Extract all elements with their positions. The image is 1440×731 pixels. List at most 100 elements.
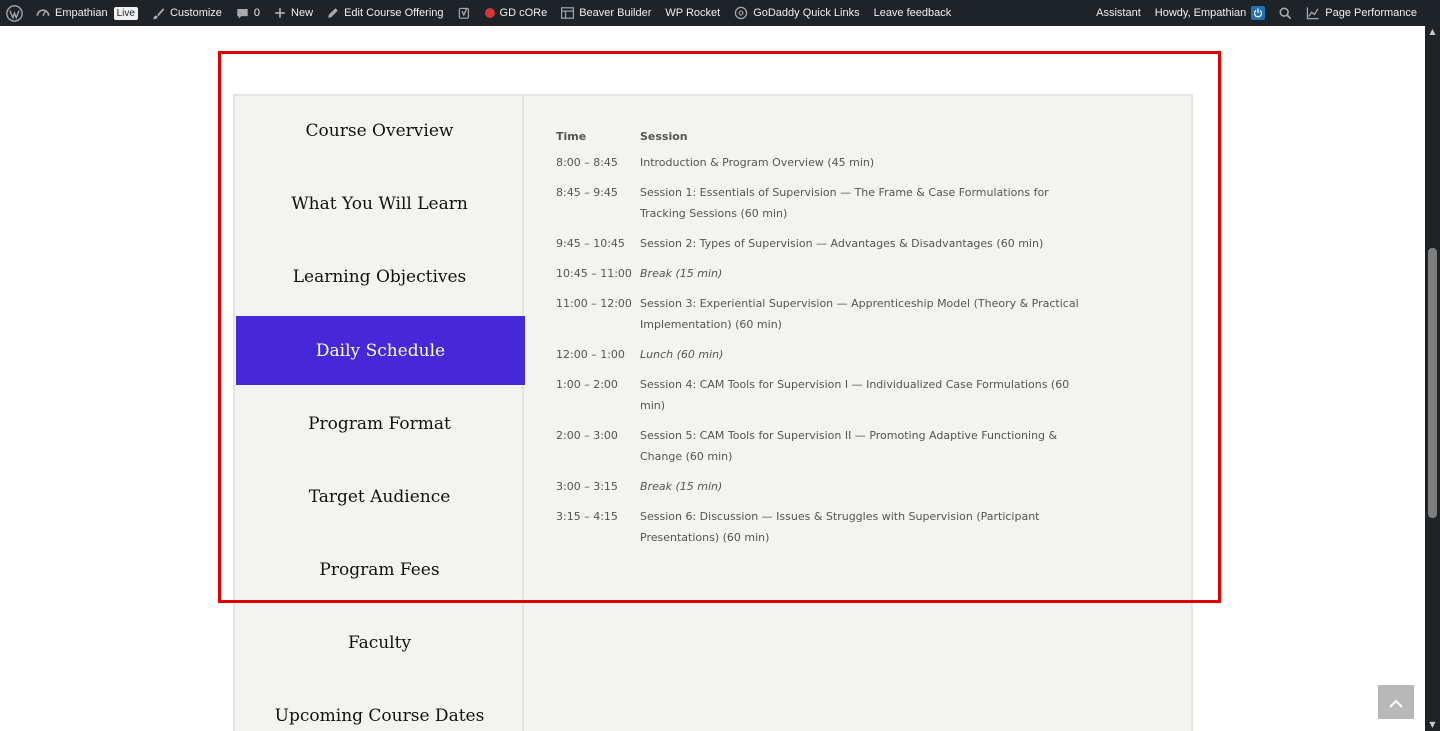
edit-course-offering-label: Edit Course Offering	[344, 7, 444, 19]
table-row: 1:00 – 2:00 Session 4: CAM Tools for Sup…	[556, 374, 1096, 416]
session-column-header: Session	[640, 130, 688, 143]
table-row: 11:00 – 12:00 Session 3: Experiential Su…	[556, 293, 1096, 335]
customize-link[interactable]: Customize	[145, 0, 229, 26]
schedule-table-body: 8:00 – 8:45 Introduction & Program Overv…	[556, 152, 1096, 548]
avatar-power-icon	[1251, 6, 1266, 20]
tab-faculty[interactable]: Faculty	[235, 608, 524, 677]
tab-learning-objectives[interactable]: Learning Objectives	[235, 242, 524, 311]
godaddy-quick-links-menu[interactable]: GoDaddy Quick Links	[727, 0, 866, 26]
table-row: 8:45 – 9:45 Session 1: Essentials of Sup…	[556, 182, 1096, 224]
tab-label: Faculty	[347, 632, 412, 653]
wp-rocket-menu[interactable]: WP Rocket	[658, 0, 727, 26]
tab-program-fees[interactable]: Program Fees	[235, 535, 524, 604]
row-session: Session 4: CAM Tools for Supervision I —…	[640, 378, 1070, 412]
tab-daily-schedule[interactable]: Daily Schedule	[236, 316, 525, 385]
live-badge: Live	[113, 6, 138, 20]
schedule-header-row: Time Session	[556, 130, 1096, 143]
row-session: Session 2: Types of Supervision — Advant…	[640, 237, 1044, 250]
leave-feedback-link[interactable]: Leave feedback	[867, 0, 959, 26]
table-row: 8:00 – 8:45 Introduction & Program Overv…	[556, 152, 1096, 173]
search-toggle[interactable]	[1272, 0, 1299, 26]
plus-icon	[274, 7, 286, 19]
row-session: Introduction & Program Overview (45 min)	[640, 156, 875, 169]
layout-icon	[561, 7, 575, 19]
new-label: New	[291, 7, 314, 19]
page-performance-label: Page Performance	[1325, 7, 1417, 19]
godaddy-icon	[734, 6, 748, 20]
row-session: Session 3: Experiential Supervision — Ap…	[640, 297, 1079, 331]
yoast-menu[interactable]	[451, 0, 478, 26]
wordpress-icon	[6, 4, 23, 22]
edit-course-offering-link[interactable]: Edit Course Offering	[320, 0, 450, 26]
row-session: Break (15 min)	[640, 480, 723, 493]
table-row: 10:45 – 11:00 Break (15 min)	[556, 263, 1096, 284]
yoast-icon	[458, 6, 471, 20]
row-time: 1:00 – 2:00	[556, 378, 618, 391]
beaver-builder-link[interactable]: Beaver Builder	[554, 0, 658, 26]
row-time: 2:00 – 3:00	[556, 429, 618, 442]
gd-core-menu[interactable]: GD cORe	[478, 0, 555, 26]
table-row: 2:00 – 3:00 Session 5: CAM Tools for Sup…	[556, 425, 1096, 467]
tab-target-audience[interactable]: Target Audience	[235, 462, 524, 531]
godaddy-quick-links-label: GoDaddy Quick Links	[753, 7, 860, 19]
chevron-up-icon	[1388, 693, 1404, 712]
row-session: Lunch (60 min)	[640, 348, 724, 361]
brush-icon	[152, 7, 165, 20]
tab-label: Program Format	[308, 413, 451, 434]
tab-upcoming-course-dates[interactable]: Upcoming Course Dates	[235, 681, 524, 731]
tab-label: Daily Schedule	[315, 340, 446, 361]
gd-core-label: GD cORe	[499, 7, 548, 19]
tab-label: Course Overview	[305, 120, 454, 141]
leave-feedback-label: Leave feedback	[873, 7, 952, 19]
table-row: 9:45 – 10:45 Session 2: Types of Supervi…	[556, 233, 1096, 254]
page-performance-menu[interactable]: Page Performance	[1299, 0, 1424, 26]
row-session: Session 5: CAM Tools for Supervision II …	[640, 429, 1058, 463]
wp-rocket-label: WP Rocket	[665, 7, 721, 19]
page-scrollbar[interactable]: ▲ ▼	[1425, 26, 1440, 731]
table-row: 3:00 – 3:15 Break (15 min)	[556, 476, 1096, 497]
row-time: 3:00 – 3:15	[556, 480, 618, 493]
howdy-label: Howdy, Empathian	[1154, 7, 1247, 19]
tab-label: Upcoming Course Dates	[274, 705, 485, 726]
tab-label: Program Fees	[319, 559, 440, 580]
back-to-top-button[interactable]	[1378, 685, 1414, 719]
tab-label: What You Will Learn	[291, 193, 468, 214]
customize-label: Customize	[169, 7, 222, 19]
my-account-menu[interactable]: Howdy, Empathian	[1148, 0, 1273, 26]
tab-label: Target Audience	[308, 486, 451, 507]
tabs-module: Course Overview What You Will Learn Lear…	[233, 94, 1193, 731]
tab-what-you-will-learn[interactable]: What You Will Learn	[235, 169, 524, 238]
status-dot-icon	[484, 8, 495, 18]
dashboard-icon	[36, 6, 50, 20]
pencil-icon	[327, 7, 339, 19]
tab-course-overview[interactable]: Course Overview	[235, 96, 524, 165]
row-session: Session 6: Discussion — Issues & Struggl…	[640, 510, 1040, 544]
admin-bar-right: Assistant Howdy, Empathian Page Performa…	[1089, 0, 1440, 26]
performance-chart-icon	[1306, 6, 1320, 20]
row-time: 12:00 – 1:00	[556, 348, 625, 361]
scroll-down-arrow-icon[interactable]: ▼	[1425, 719, 1440, 731]
new-content-menu[interactable]: New	[267, 0, 320, 26]
row-session: Session 1: Essentials of Supervision — T…	[640, 186, 1049, 220]
site-name-menu[interactable]: Empathian Live	[29, 0, 145, 26]
row-time: 11:00 – 12:00	[556, 297, 632, 310]
time-column-header: Time	[556, 130, 587, 143]
comments-link[interactable]: 0	[229, 0, 267, 26]
search-icon	[1279, 7, 1292, 20]
site-name-label: Empathian	[55, 7, 108, 19]
assistant-link[interactable]: Assistant	[1089, 0, 1148, 26]
row-time: 8:00 – 8:45	[556, 156, 618, 169]
row-time: 8:45 – 9:45	[556, 186, 618, 199]
assistant-label: Assistant	[1096, 7, 1141, 19]
tab-label: Learning Objectives	[292, 266, 467, 287]
wp-logo-menu[interactable]	[0, 0, 29, 26]
table-row: 3:15 – 4:15 Session 6: Discussion — Issu…	[556, 506, 1096, 548]
scrollbar-thumb[interactable]	[1428, 248, 1437, 518]
row-session: Break (15 min)	[640, 267, 723, 280]
tab-program-format[interactable]: Program Format	[235, 389, 524, 458]
row-time: 9:45 – 10:45	[556, 237, 625, 250]
comment-icon	[236, 7, 249, 20]
beaver-builder-label: Beaver Builder	[579, 7, 652, 19]
row-time: 3:15 – 4:15	[556, 510, 618, 523]
scroll-up-arrow-icon[interactable]: ▲	[1425, 26, 1440, 38]
